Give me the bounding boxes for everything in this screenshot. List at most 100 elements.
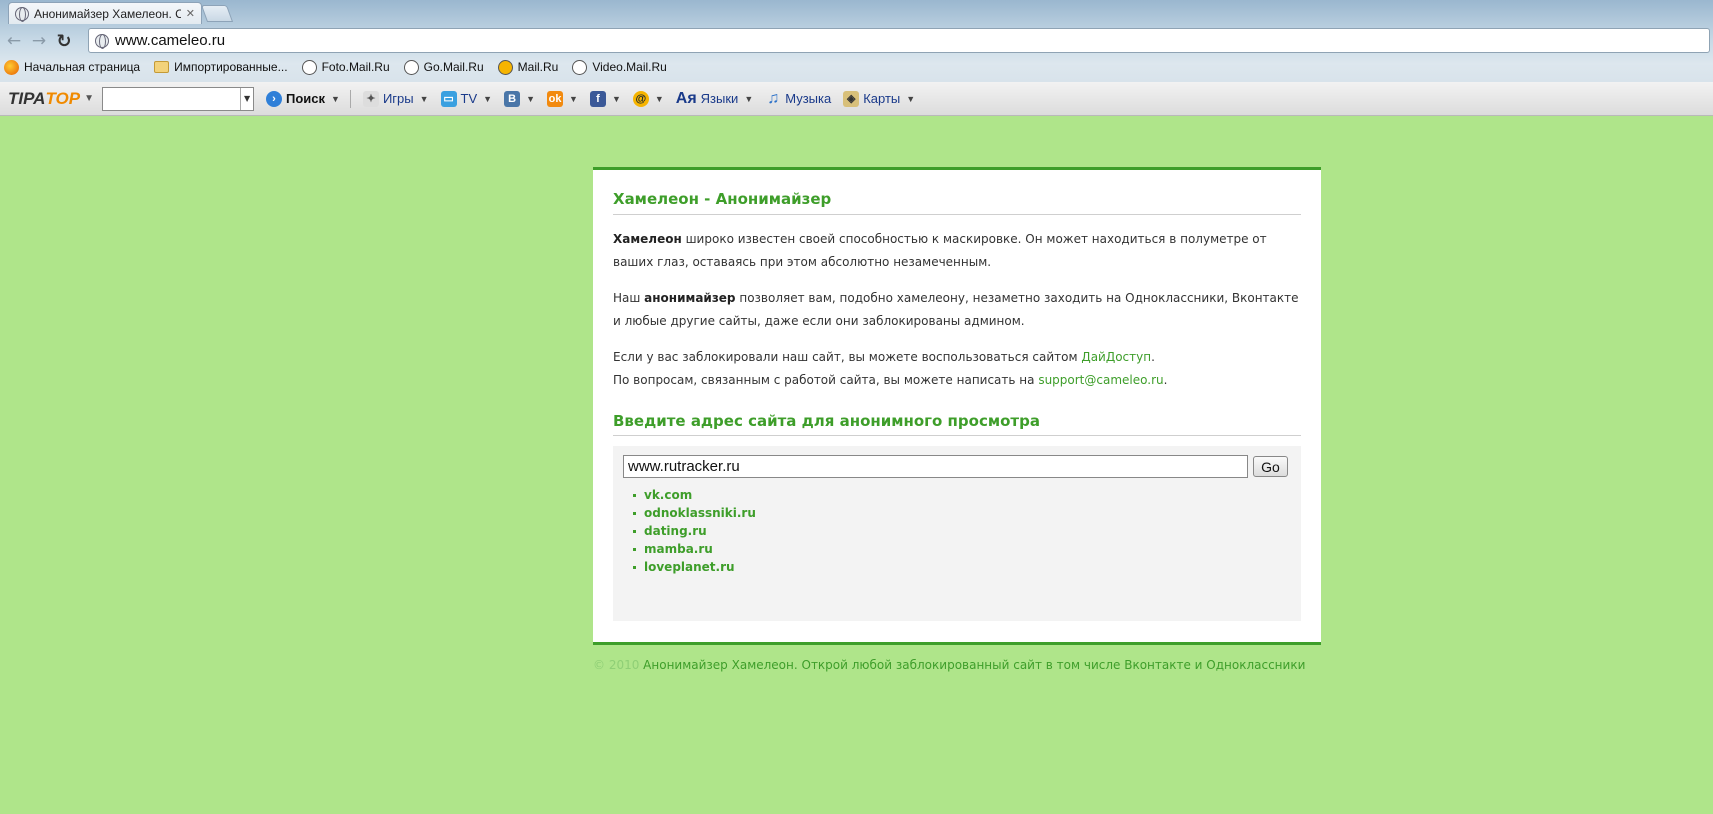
globe-icon: [403, 59, 419, 75]
chevron-down-icon[interactable]: ▼: [744, 94, 753, 104]
site-link-dating[interactable]: dating.ru: [644, 522, 707, 540]
toolbar-search-input[interactable]: ▼: [102, 86, 255, 111]
daydostup-link[interactable]: ДайДоступ: [1081, 350, 1151, 364]
url-form-row: Go: [623, 455, 1291, 478]
toolbar-search-label: Поиск: [286, 91, 326, 106]
chevron-down-icon[interactable]: ▼: [655, 94, 664, 104]
anon-bold: анонимайзер: [644, 291, 736, 305]
tipatop-toolbar: TIPA TOP ▼ ▼ › Поиск ▼ ✦ Игры ▼ ▭ TV ▼ B …: [0, 82, 1713, 116]
go-button[interactable]: Go: [1253, 456, 1288, 477]
toolbar-vk[interactable]: B ▼: [504, 90, 535, 107]
chevron-down-icon[interactable]: ▼: [420, 94, 429, 104]
close-icon[interactable]: ✕: [186, 7, 195, 20]
folder-icon: [154, 61, 170, 73]
contact-paragraph: Если у вас заблокировали наш сайт, вы мо…: [613, 346, 1301, 392]
odnoklassniki-icon: ok: [547, 90, 564, 107]
content-card: Хамелеон - Анонимайзер Хамелеон широко и…: [593, 167, 1321, 645]
chevron-down-icon[interactable]: ▼: [240, 87, 253, 110]
forward-arrow-icon: →: [31, 31, 47, 51]
bookmark-item[interactable]: Go.Mail.Ru: [403, 59, 484, 75]
toolbar-tv[interactable]: ▭ TV ▼: [440, 90, 492, 107]
popular-sites-list: vk.com odnoklassniki.ru dating.ru mamba.…: [633, 486, 1291, 576]
list-item: vk.com: [633, 486, 1291, 504]
toolbar-languages[interactable]: Ая Языки ▼: [675, 89, 753, 107]
support-end: .: [1163, 373, 1168, 387]
address-url: www.cameleo.ru: [115, 32, 226, 49]
new-tab-button[interactable]: [200, 5, 234, 22]
site-link-mamba[interactable]: mamba.ru: [644, 540, 713, 558]
chevron-down-icon[interactable]: ▼: [84, 93, 94, 104]
logo-part1: TIPA: [8, 88, 46, 108]
toolbar-facebook[interactable]: f ▼: [589, 90, 621, 107]
firefox-icon: [4, 59, 19, 75]
site-url-input[interactable]: [623, 455, 1248, 478]
bookmark-label: Video.Mail.Ru: [592, 60, 667, 74]
globe-icon: [572, 59, 588, 75]
anon-start: Наш: [613, 291, 645, 305]
bookmark-label: Импортированные...: [174, 60, 288, 74]
back-button[interactable]: ←: [3, 30, 25, 52]
bookmark-item[interactable]: Video.Mail.Ru: [572, 59, 667, 75]
alt-site-end: .: [1151, 350, 1155, 364]
footer-copyright: © 2010: [593, 658, 640, 672]
site-link-odnoklassniki[interactable]: odnoklassniki.ru: [644, 504, 756, 522]
mailru-icon: @: [632, 90, 649, 107]
tipatop-logo[interactable]: TIPA TOP ▼: [8, 89, 94, 109]
toolbar-maps[interactable]: ◈ Карты ▼: [843, 90, 915, 107]
site-link-vk[interactable]: vk.com: [644, 486, 692, 504]
bookmark-item[interactable]: Mail.Ru: [497, 59, 559, 75]
toolbar-games[interactable]: ✦ Игры ▼: [362, 90, 429, 107]
toolbar-maps-label: Карты: [863, 91, 901, 106]
site-link-loveplanet[interactable]: loveplanet.ru: [644, 558, 735, 576]
bookmark-label: Начальная страница: [24, 60, 141, 74]
bookmark-label: Go.Mail.Ru: [423, 60, 484, 74]
tv-icon: ▭: [440, 90, 457, 107]
search-go-icon: ›: [266, 90, 283, 107]
bookmark-item[interactable]: Импортированные...: [154, 60, 288, 74]
intro-bold: Хамелеон: [613, 232, 682, 246]
list-item: odnoklassniki.ru: [633, 504, 1291, 522]
chevron-down-icon[interactable]: ▼: [526, 94, 535, 104]
support-email-link[interactable]: support@cameleo.ru: [1038, 373, 1163, 387]
bookmark-item[interactable]: Foto.Mail.Ru: [301, 59, 390, 75]
logo-part2: TOP: [45, 88, 81, 108]
toolbar-mail[interactable]: @ ▼: [632, 90, 664, 107]
chevron-down-icon[interactable]: ▼: [483, 94, 492, 104]
reload-button[interactable]: ↻: [53, 30, 75, 52]
toolbar-languages-label: Языки: [700, 91, 739, 106]
address-bar[interactable]: www.cameleo.ru: [88, 28, 1710, 53]
chevron-down-icon[interactable]: ▼: [906, 94, 915, 104]
bullet-icon: [633, 493, 636, 497]
chevron-down-icon[interactable]: ▼: [569, 94, 578, 104]
music-note-icon: ♫: [767, 89, 780, 107]
intro-paragraph: Хамелеон широко известен своей способнос…: [613, 228, 1301, 274]
bullet-icon: [633, 547, 636, 551]
mailru-icon: [497, 59, 513, 75]
globe-icon: [15, 6, 29, 22]
support-text: По вопросам, связанным с работой сайта, …: [613, 373, 1039, 387]
toolbar-search-button[interactable]: › Поиск ▼: [266, 90, 340, 107]
globe-icon: [95, 33, 109, 49]
bookmark-item[interactable]: Начальная страница: [4, 59, 141, 75]
anonymizer-form: Go vk.com odnoklassniki.ru dating.ru mam…: [613, 446, 1301, 621]
forward-button[interactable]: →: [28, 30, 50, 52]
bullet-icon: [633, 529, 636, 533]
toolbar-music[interactable]: ♫ Музыка: [765, 89, 832, 107]
toolbar-music-label: Музыка: [785, 91, 832, 106]
globe-icon: [301, 59, 317, 75]
footer-text[interactable]: Анонимайзер Хамелеон. Открой любой забло…: [639, 658, 1305, 672]
navigation-bar: ← → ↻ www.cameleo.ru: [0, 26, 1713, 56]
bookmark-label: Mail.Ru: [517, 60, 559, 74]
chevron-down-icon[interactable]: ▼: [612, 94, 621, 104]
bullet-icon: [633, 511, 636, 515]
languages-icon: Ая: [675, 89, 697, 107]
bookmarks-bar: Начальная страница Импортированные... Fo…: [0, 56, 1713, 78]
anonymizer-paragraph: Наш анонимайзер позволяет вам, подобно х…: [613, 287, 1301, 333]
browser-tab[interactable]: Анонимайзер Хамелеон. С ✕: [8, 2, 202, 24]
list-item: loveplanet.ru: [633, 558, 1291, 576]
page-footer: © 2010 Анонимайзер Хамелеон. Открой любо…: [593, 658, 1305, 672]
gamepad-icon: ✦: [362, 90, 379, 107]
toolbar-ok[interactable]: ok ▼: [547, 90, 578, 107]
vkontakte-icon: B: [504, 90, 521, 107]
chevron-down-icon[interactable]: ▼: [331, 94, 340, 104]
